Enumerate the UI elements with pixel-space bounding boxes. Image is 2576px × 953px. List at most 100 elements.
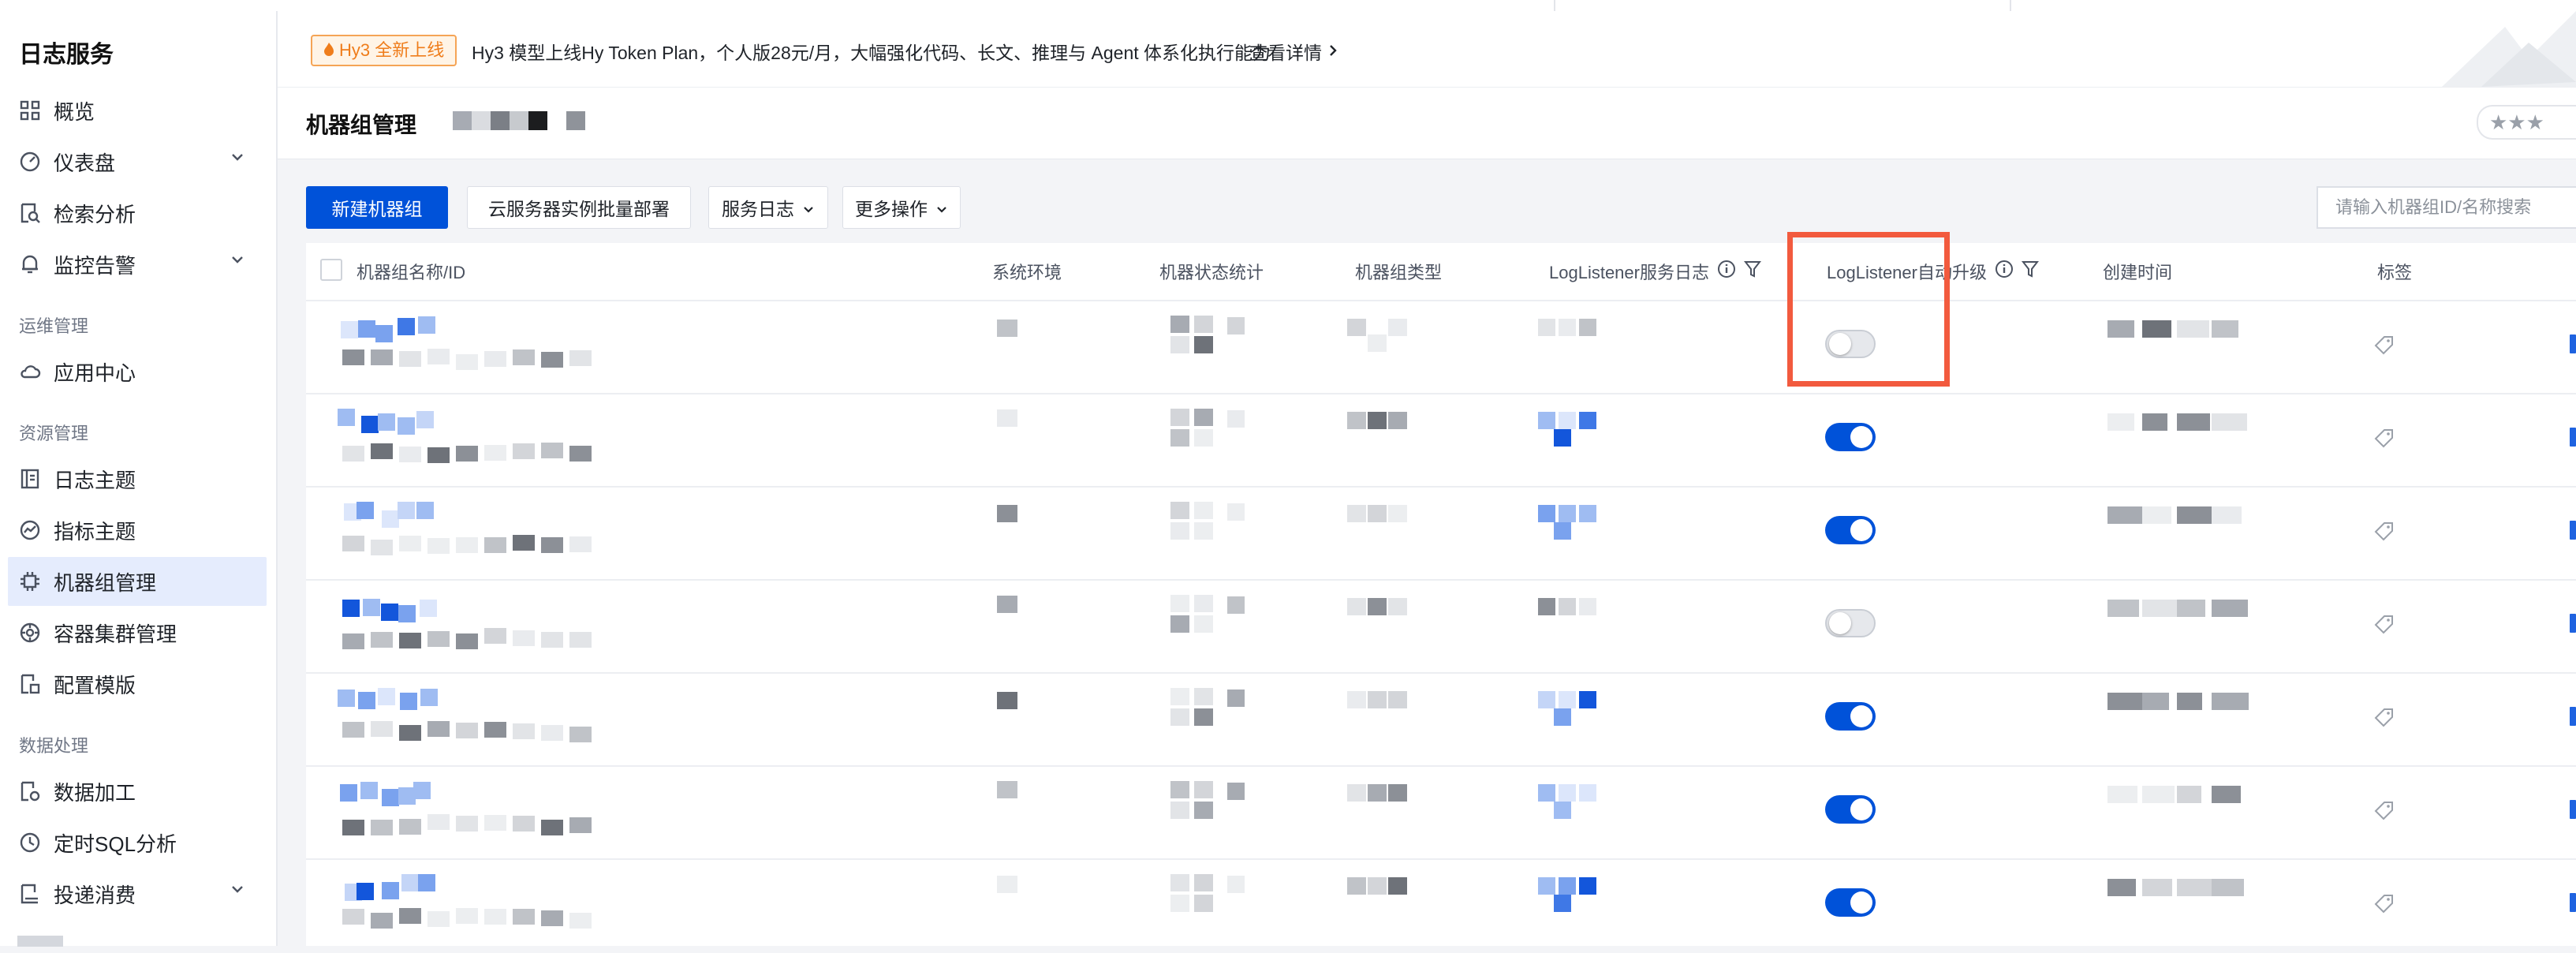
- sidebar-item-monitoring-alerts[interactable]: 监控告警: [8, 240, 267, 289]
- redacted-pixel: [2107, 600, 2139, 617]
- redacted-pixel: [484, 351, 506, 367]
- select-all-checkbox[interactable]: [320, 259, 342, 281]
- more-actions-dropdown[interactable]: 更多操作: [842, 186, 961, 229]
- tag-icon[interactable]: [2374, 893, 2395, 917]
- auto-upgrade-toggle[interactable]: [1825, 423, 1876, 451]
- redacted-pixel: [1227, 503, 1245, 521]
- sidebar-item-config-template[interactable]: 配置模版: [8, 660, 267, 708]
- sidebar-item-label: 容器集群管理: [54, 622, 177, 646]
- redacted-pixel: [997, 692, 1017, 709]
- row-action-link[interactable]: [2570, 707, 2576, 726]
- tag-icon[interactable]: [2374, 334, 2395, 359]
- redacted-pixel: [513, 349, 535, 365]
- redacted-pixel: [1347, 598, 1366, 615]
- sidebar-item-search-analysis[interactable]: 检索分析: [8, 189, 267, 237]
- sidebar-item-delivery-consume[interactable]: 投递消费: [8, 869, 267, 918]
- row-action-link[interactable]: [2570, 334, 2576, 353]
- table-row[interactable]: [306, 672, 2576, 767]
- sidebar-item-machine-group[interactable]: 机器组管理: [8, 557, 267, 606]
- tag-icon[interactable]: [2374, 707, 2395, 731]
- redacted-pixel: [371, 632, 393, 648]
- auto-upgrade-toggle[interactable]: [1825, 795, 1876, 824]
- redacted-pixel: [1227, 690, 1245, 707]
- clipped-section-label: [17, 936, 63, 947]
- chip-icon: [17, 569, 43, 594]
- redacted-pixel: [1194, 802, 1213, 819]
- gauge-icon: [17, 149, 43, 174]
- auto-upgrade-toggle[interactable]: [1825, 516, 1876, 544]
- redacted-pixel: [420, 600, 437, 617]
- new-release-badge[interactable]: Hy3 全新上线: [311, 35, 457, 66]
- sidebar-item-metric-topic[interactable]: 指标主题: [8, 506, 267, 555]
- redacted-pixel: [1194, 895, 1213, 912]
- info-icon[interactable]: [1995, 260, 2014, 283]
- auto-upgrade-toggle[interactable]: [1825, 888, 1876, 917]
- redacted-pixel: [1194, 595, 1213, 612]
- row-action-link[interactable]: [2570, 614, 2576, 633]
- sidebar-item-data-processing[interactable]: 数据加工: [8, 767, 267, 816]
- table-row[interactable]: [306, 486, 2576, 581]
- service-log-dropdown[interactable]: 服务日志: [708, 186, 828, 229]
- sidebar-item-dashboard[interactable]: 仪表盘: [8, 137, 267, 186]
- redacted-pixel: [342, 722, 364, 738]
- redacted-pixel: [399, 819, 421, 835]
- redacted-pixel: [358, 320, 375, 338]
- auto-upgrade-toggle[interactable]: [1825, 609, 1876, 637]
- tag-icon[interactable]: [2374, 800, 2395, 824]
- template-icon: [17, 671, 43, 697]
- redacted-pixel: [2212, 506, 2242, 524]
- create-machine-group-button[interactable]: 新建机器组: [306, 186, 448, 229]
- filter-icon[interactable]: [2021, 260, 2040, 283]
- auto-upgrade-toggle[interactable]: [1825, 702, 1876, 731]
- redacted-pixel: [541, 820, 563, 835]
- sidebar-item-container-cluster[interactable]: 容器集群管理: [8, 608, 267, 657]
- redacted-pixel: [997, 781, 1017, 798]
- sidebar-item-label: 日志主题: [54, 468, 136, 492]
- table-row[interactable]: [306, 765, 2576, 860]
- redacted-pixel: [2142, 693, 2169, 710]
- redacted-pixel: [2107, 879, 2136, 896]
- batch-deploy-button[interactable]: 云服务器实例批量部署: [467, 186, 691, 229]
- redacted-pixel: [1554, 895, 1571, 912]
- tag-icon[interactable]: [2374, 521, 2395, 545]
- banner-text: Hy3 模型上线Hy Token Plan，个人版28元/月，大幅强化代码、长文…: [472, 43, 1271, 63]
- redacted-pixel: [371, 443, 393, 459]
- redacted-pixel: [416, 502, 434, 519]
- redacted-pixel: [1579, 784, 1596, 802]
- rating-widget[interactable]: ★★★: [2477, 105, 2576, 140]
- region-blur: [491, 111, 510, 130]
- col-header-status: 机器状态统计: [1159, 263, 1264, 282]
- table-row[interactable]: [306, 393, 2576, 488]
- filter-icon[interactable]: [1743, 260, 1762, 283]
- search-input[interactable]: 请输入机器组ID/名称搜索: [2317, 186, 2576, 229]
- redacted-pixel: [1579, 412, 1596, 429]
- redacted-pixel: [371, 540, 393, 555]
- tag-icon[interactable]: [2374, 614, 2395, 638]
- row-action-link[interactable]: [2570, 800, 2576, 819]
- redacted-pixel: [381, 604, 398, 621]
- sidebar-item-scheduled-sql[interactable]: 定时SQL分析: [8, 818, 267, 867]
- view-details-link[interactable]: 查看详情: [1249, 38, 1338, 65]
- row-action-link[interactable]: [2570, 428, 2576, 447]
- redacted-pixel: [513, 443, 535, 459]
- redacted-pixel: [1388, 598, 1407, 615]
- redacted-pixel: [357, 502, 374, 519]
- redacted-pixel: [1347, 691, 1366, 708]
- doc-icon: [17, 466, 43, 491]
- redacted-pixel: [1347, 877, 1366, 895]
- row-action-link[interactable]: [2570, 521, 2576, 540]
- table-row[interactable]: [306, 300, 2576, 394]
- tag-icon[interactable]: [2374, 428, 2395, 452]
- redacted-pixel: [371, 913, 393, 929]
- sidebar-item-overview[interactable]: 概览: [8, 86, 267, 135]
- redacted-pixel: [2107, 413, 2134, 431]
- nav-section-resource: 资源管理: [19, 424, 89, 443]
- info-icon[interactable]: [1717, 260, 1736, 283]
- sidebar-item-app-center[interactable]: 应用中心: [8, 347, 267, 396]
- table-row[interactable]: [306, 858, 2576, 953]
- redacted-pixel: [1170, 522, 1189, 540]
- row-action-link[interactable]: [2570, 893, 2576, 912]
- table-row[interactable]: [306, 579, 2576, 674]
- redacted-pixel: [398, 502, 415, 519]
- sidebar-item-log-topic[interactable]: 日志主题: [8, 454, 267, 503]
